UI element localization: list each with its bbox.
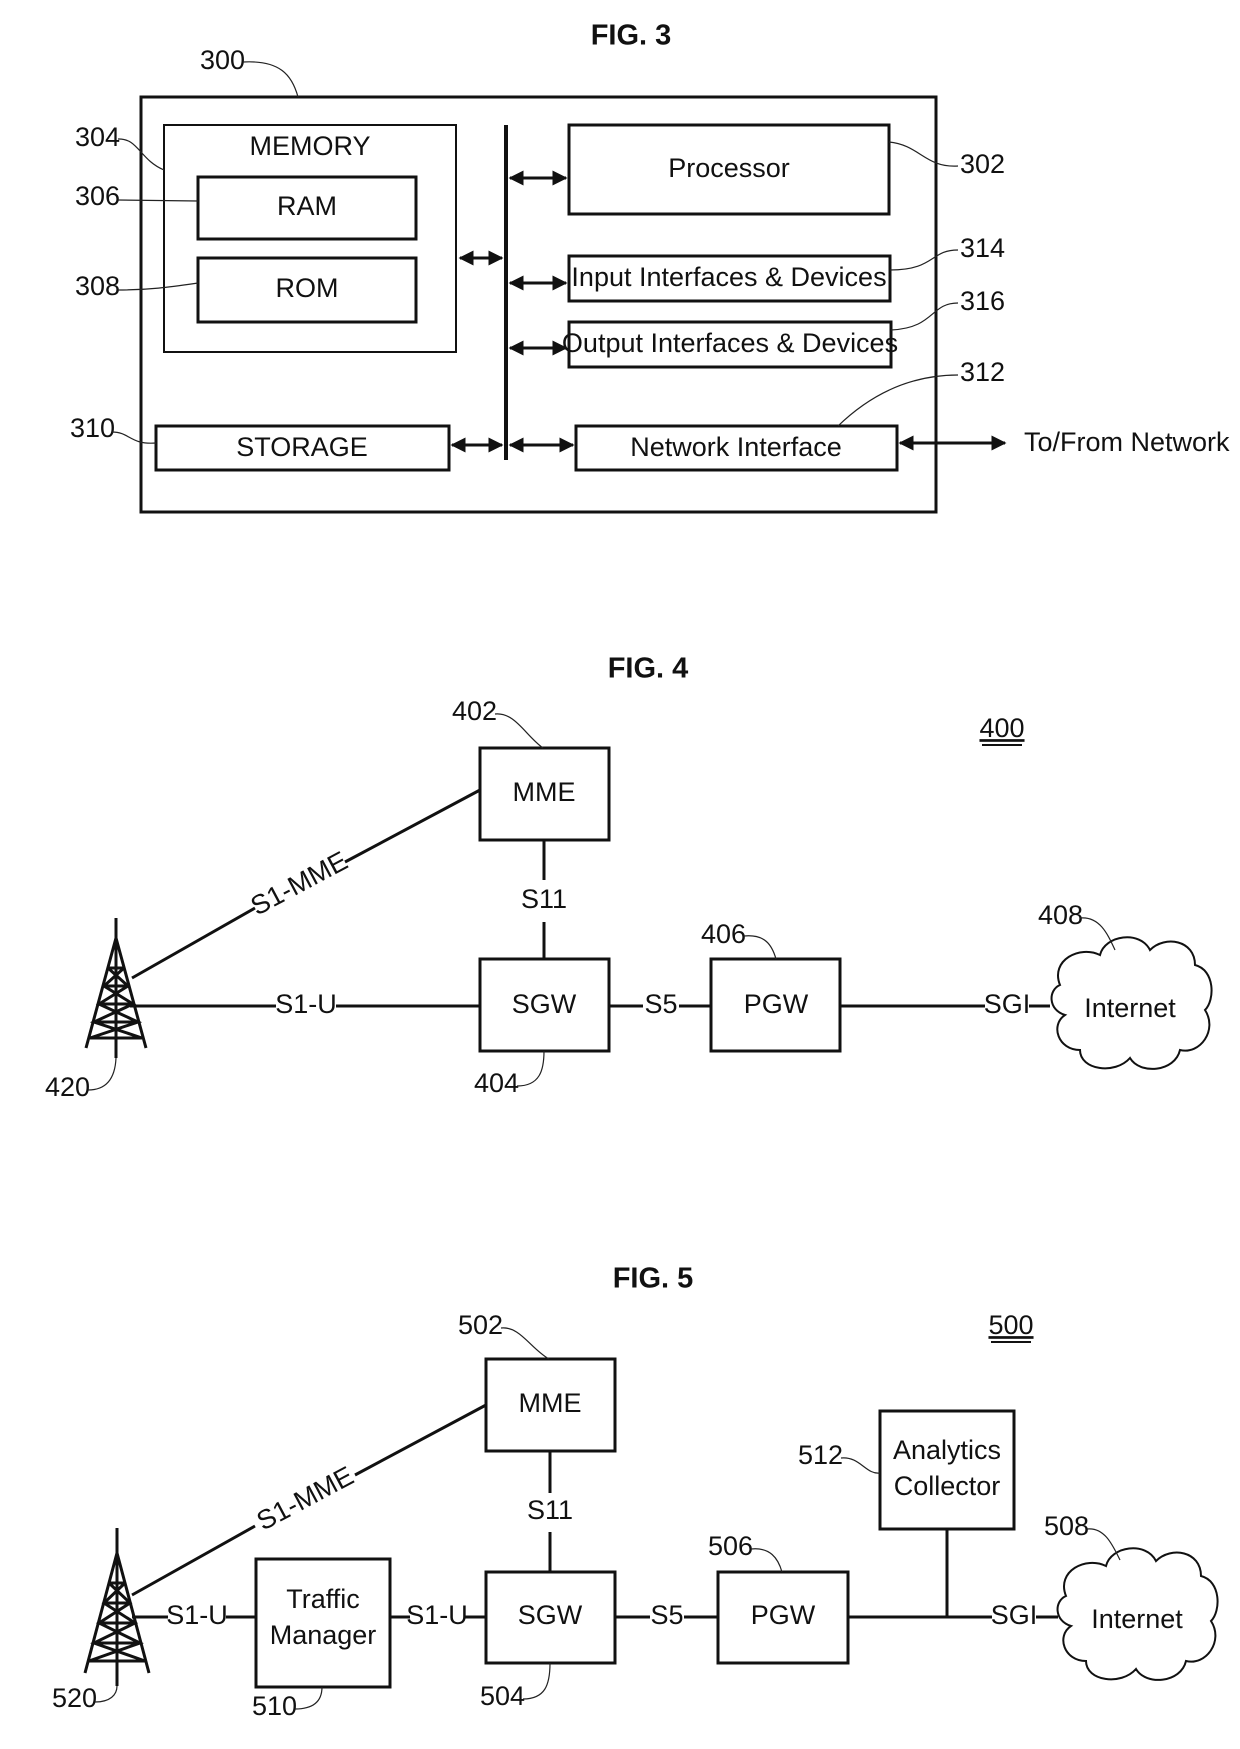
ref-420: 420 <box>45 1072 90 1102</box>
ref-402: 402 <box>452 696 497 726</box>
ram-label: RAM <box>277 191 337 221</box>
to-from-network-label: To/From Network <box>1024 427 1230 457</box>
fig3-title: FIG. 3 <box>591 20 672 52</box>
ref-302: 302 <box>960 149 1005 179</box>
s1-u-label-a: S1-U <box>166 1600 228 1630</box>
pgw-label: PGW <box>744 989 809 1019</box>
leader-520 <box>94 1685 118 1703</box>
analytics-collector-label-line1: Analytics <box>893 1435 1001 1465</box>
ref-408: 408 <box>1038 900 1083 930</box>
rom-label: ROM <box>276 273 339 303</box>
leader-506 <box>750 1548 783 1573</box>
link-s1-mme-b <box>344 788 481 864</box>
ref-500: 500 <box>988 1310 1033 1340</box>
ref-510: 510 <box>252 1691 297 1721</box>
patent-drawing-sheet: FIG. 3 300 MEMORY 304 RAM 306 ROM 308 Pr… <box>45 20 1230 1721</box>
s1-u-label: S1-U <box>275 989 337 1019</box>
leader-420 <box>87 1057 117 1091</box>
s5-label: S5 <box>650 1600 683 1630</box>
output-interfaces-label: Output Interfaces & Devices <box>562 328 898 358</box>
memory-label: MEMORY <box>249 131 370 161</box>
mme-label: MME <box>513 777 576 807</box>
ref-512: 512 <box>798 1440 843 1470</box>
network-interface-label: Network Interface <box>630 432 842 462</box>
ref-502: 502 <box>458 1310 503 1340</box>
fig4-title: FIG. 4 <box>608 653 689 685</box>
s1-mme-label: S1-MME <box>246 845 353 921</box>
ref-304: 304 <box>75 122 120 152</box>
ref-316: 316 <box>960 286 1005 316</box>
storage-label: STORAGE <box>236 432 368 462</box>
leader-406 <box>743 935 777 960</box>
ref-314: 314 <box>960 233 1005 263</box>
ref-508: 508 <box>1044 1511 1089 1541</box>
internet-label: Internet <box>1084 993 1176 1023</box>
internet-label: Internet <box>1091 1604 1183 1634</box>
sgw-label: SGW <box>518 1600 583 1630</box>
sgw-label: SGW <box>512 989 577 1019</box>
leader-300 <box>242 61 299 98</box>
mme-label: MME <box>519 1388 582 1418</box>
processor-label: Processor <box>668 153 790 183</box>
link-s1-mme-a <box>131 906 256 980</box>
s1-u-label-b: S1-U <box>406 1600 468 1630</box>
leader-512 <box>840 1457 881 1474</box>
fig5-title: FIG. 5 <box>613 1263 694 1295</box>
s1-mme-label: S1-MME <box>252 1460 359 1536</box>
s11-label: S11 <box>521 884 567 914</box>
link-s1-mme-b <box>354 1403 487 1477</box>
leader-504 <box>522 1662 551 1700</box>
s5-label: S5 <box>644 989 677 1019</box>
analytics-collector-label-line2: Collector <box>894 1471 1001 1501</box>
ref-504: 504 <box>480 1681 525 1711</box>
leader-402 <box>494 713 544 749</box>
ref-506: 506 <box>708 1531 753 1561</box>
analytics-collector-box <box>878 1409 1016 1531</box>
ref-406: 406 <box>701 919 746 949</box>
ref-300: 300 <box>200 45 245 75</box>
ref-404: 404 <box>474 1068 519 1098</box>
figure-3: FIG. 3 300 MEMORY 304 RAM 306 ROM 308 Pr… <box>70 20 1230 514</box>
cell-tower-icon <box>83 1528 151 1686</box>
sgi-label: SGI <box>984 989 1031 1019</box>
input-interfaces-label: Input Interfaces & Devices <box>571 262 886 292</box>
leader-502 <box>500 1327 550 1360</box>
traffic-manager-label-line1: Traffic <box>286 1584 360 1614</box>
ref-400: 400 <box>979 713 1024 743</box>
cell-tower-icon <box>84 918 148 1058</box>
leader-510 <box>294 1686 323 1710</box>
traffic-manager-label-line2: Manager <box>270 1620 377 1650</box>
ref-520: 520 <box>52 1683 97 1713</box>
leader-404 <box>516 1050 545 1087</box>
figure-4: FIG. 4 400 420 MME 402 S1-MME S11 S1-U S… <box>45 653 1213 1102</box>
figure-5: FIG. 5 500 520 MME 502 S1-MME S11 S1-U T… <box>52 1263 1219 1721</box>
ref-306: 306 <box>75 181 120 211</box>
link-s1-mme-a <box>131 1524 256 1597</box>
pgw-label: PGW <box>751 1600 816 1630</box>
ref-312: 312 <box>960 357 1005 387</box>
ref-308: 308 <box>75 271 120 301</box>
sgi-label: SGI <box>991 1600 1038 1630</box>
ref-310: 310 <box>70 413 115 443</box>
s11-label: S11 <box>527 1495 573 1525</box>
